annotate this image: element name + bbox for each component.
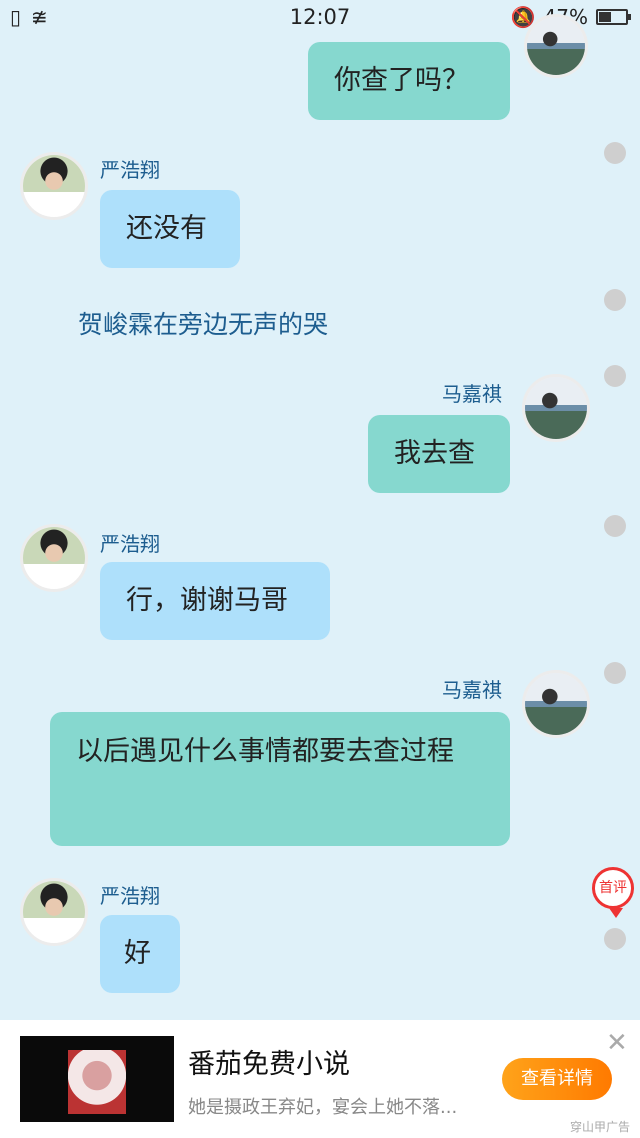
avatar[interactable] bbox=[522, 374, 590, 442]
narration-text[interactable]: 贺峻霖在旁边无声的哭 bbox=[78, 305, 328, 341]
comment-dot[interactable] bbox=[604, 928, 626, 950]
view-details-button[interactable]: 查看详情 bbox=[502, 1058, 612, 1100]
avatar[interactable] bbox=[20, 152, 88, 220]
sender-name: 严浩翔 bbox=[100, 532, 160, 556]
chat-bubble[interactable]: 以后遇见什么事情都要去查过程 bbox=[50, 712, 510, 846]
avatar[interactable] bbox=[20, 524, 88, 592]
ad-thumbnail[interactable] bbox=[20, 1036, 174, 1122]
ad-title[interactable]: 番茄免费小说 bbox=[188, 1042, 350, 1081]
sender-name: 严浩翔 bbox=[100, 884, 160, 908]
sender-name: 马嘉祺 bbox=[442, 382, 502, 406]
avatar[interactable] bbox=[20, 878, 88, 946]
battery-icon bbox=[596, 9, 631, 25]
comment-dot[interactable] bbox=[604, 662, 626, 684]
sender-name: 马嘉祺 bbox=[442, 678, 502, 702]
ad-description[interactable]: 她是摄政王弃妃，宴会上她不落... bbox=[188, 1093, 488, 1119]
chat-bubble[interactable]: 行，谢谢马哥 bbox=[100, 562, 330, 640]
chat-bubble[interactable]: 还没有 bbox=[100, 190, 240, 268]
battery-fill bbox=[599, 12, 612, 22]
first-comment-badge[interactable]: 首评 bbox=[592, 867, 634, 918]
chat-bubble[interactable]: 好 bbox=[100, 915, 180, 993]
comment-dot[interactable] bbox=[604, 142, 626, 164]
chat-bubble[interactable]: 你查了吗？ bbox=[308, 42, 510, 120]
ad-source-label: 穿山甲广告 bbox=[569, 1120, 630, 1134]
chat-bubble[interactable]: 我去查 bbox=[368, 415, 510, 493]
close-icon[interactable]: ✕ bbox=[606, 1028, 628, 1058]
comment-dot[interactable] bbox=[604, 365, 626, 387]
comment-dot[interactable] bbox=[604, 515, 626, 537]
comment-dot[interactable] bbox=[604, 289, 626, 311]
ad-banner[interactable]: 番茄免费小说 她是摄政王弃妃，宴会上她不落... 查看详情 ✕ 穿山甲广告 bbox=[0, 1020, 640, 1138]
avatar[interactable] bbox=[524, 14, 588, 78]
avatar[interactable] bbox=[522, 670, 590, 738]
sender-name: 严浩翔 bbox=[100, 158, 160, 182]
